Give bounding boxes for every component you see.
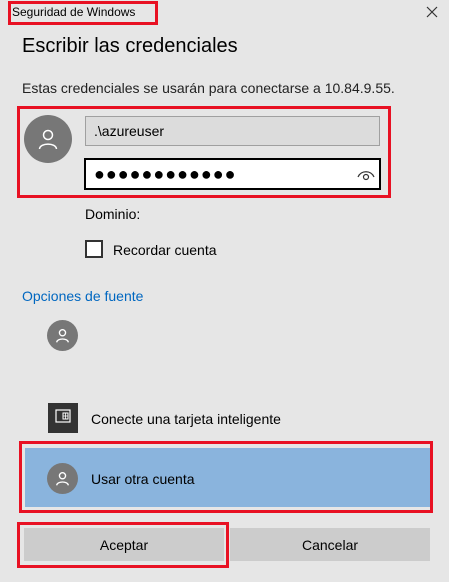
- close-icon: [426, 5, 438, 23]
- account-avatar: [24, 115, 72, 163]
- smartcard-option-label[interactable]: Conecte una tarjeta inteligente: [91, 411, 281, 427]
- dialog-description: Estas credenciales se usarán para conect…: [22, 80, 395, 96]
- user-icon: [37, 128, 59, 150]
- cancel-button[interactable]: Cancelar: [230, 528, 430, 561]
- username-input[interactable]: [85, 116, 380, 146]
- reveal-password-icon[interactable]: [356, 167, 376, 183]
- window-title: Seguridad de Windows: [12, 5, 136, 19]
- remember-account-label[interactable]: Recordar cuenta: [113, 242, 217, 258]
- source-options-link[interactable]: Opciones de fuente: [22, 288, 143, 304]
- user-icon: [55, 328, 70, 343]
- smartcard-option[interactable]: [48, 403, 78, 433]
- user-icon: [55, 471, 70, 486]
- password-input[interactable]: [86, 160, 346, 188]
- dialog-heading: Escribir las credenciales: [22, 35, 238, 57]
- close-button[interactable]: [419, 2, 445, 26]
- ok-button[interactable]: Aceptar: [24, 528, 224, 561]
- password-field[interactable]: [84, 158, 381, 190]
- other-account-avatar: [47, 463, 78, 494]
- use-other-account-label[interactable]: Usar otra cuenta: [91, 471, 195, 487]
- smartcard-icon: [55, 408, 71, 428]
- domain-label: Dominio:: [85, 206, 141, 222]
- remember-account-checkbox[interactable]: [85, 240, 103, 258]
- use-other-account-option[interactable]: [25, 448, 430, 507]
- option-account-avatar[interactable]: [47, 320, 78, 351]
